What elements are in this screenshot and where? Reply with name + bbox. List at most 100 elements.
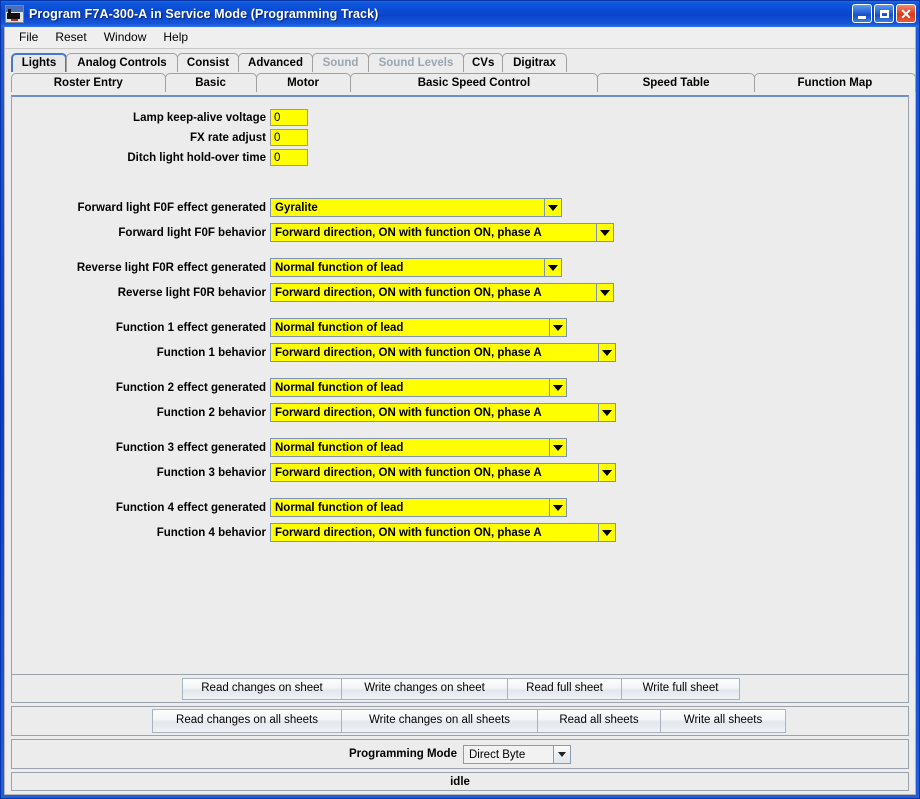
locomotive-icon	[5, 5, 24, 23]
form-row: Function 3 behaviorForward direction, ON…	[12, 462, 908, 483]
tab-speed-table[interactable]: Speed Table	[597, 73, 754, 92]
write-changes-on-sheet-button[interactable]: Write changes on sheet	[341, 678, 508, 700]
chevron-down-icon[interactable]	[549, 498, 567, 517]
tab-function-map[interactable]: Function Map	[754, 73, 916, 92]
effect-select[interactable]: Normal function of lead	[270, 258, 562, 277]
maximize-button[interactable]	[874, 4, 894, 23]
form-row: Function 4 behaviorForward direction, ON…	[12, 522, 908, 543]
programming-mode-row: Programming Mode Direct Byte	[11, 739, 909, 769]
tab-cvs[interactable]: CVs	[463, 53, 503, 72]
chevron-down-icon[interactable]	[596, 223, 614, 242]
effect-select[interactable]: Normal function of lead	[270, 438, 567, 457]
read-all-sheets-button[interactable]: Read all sheets	[537, 709, 661, 733]
write-changes-on-all-sheets-button[interactable]: Write changes on all sheets	[341, 709, 538, 733]
text-input[interactable]: 0	[270, 129, 308, 146]
tab-label: Lights	[22, 57, 57, 69]
chevron-down-icon[interactable]	[549, 378, 567, 397]
button-label: Write full sheet	[643, 682, 719, 694]
effect-select[interactable]: Gyralite	[270, 198, 562, 217]
select-value: Normal function of lead	[270, 498, 549, 517]
field-label: Function 3 behavior	[12, 467, 270, 479]
menu-file[interactable]: File	[11, 28, 47, 47]
chevron-down-icon[interactable]	[549, 318, 567, 337]
maximize-icon	[880, 10, 889, 18]
write-full-sheet-button[interactable]: Write full sheet	[621, 678, 740, 700]
chevron-down-icon[interactable]	[598, 463, 616, 482]
minimize-icon	[858, 16, 866, 19]
tab-basic[interactable]: Basic	[165, 73, 257, 92]
chevron-down-icon[interactable]	[598, 343, 616, 362]
field-label: Function 4 behavior	[12, 527, 270, 539]
tab-analog-controls[interactable]: Analog Controls	[66, 53, 178, 72]
form-row: Forward light F0F behaviorForward direct…	[12, 222, 908, 243]
effect-select[interactable]: Normal function of lead	[270, 498, 567, 517]
field-label: Function 1 behavior	[12, 347, 270, 359]
tab-label: Consist	[187, 57, 229, 69]
behavior-select[interactable]: Forward direction, ON with function ON, …	[270, 343, 616, 362]
minimize-button[interactable]	[852, 4, 872, 23]
tab-advanced[interactable]: Advanced	[238, 53, 313, 72]
field-label: Function 2 effect generated	[12, 382, 270, 394]
select-value: Normal function of lead	[270, 438, 549, 457]
text-input[interactable]: 0	[270, 149, 308, 166]
form-row: Ditch light hold-over time0	[12, 149, 908, 166]
menu-window[interactable]: Window	[96, 28, 156, 47]
chevron-down-icon[interactable]	[544, 198, 562, 217]
field-label: Reverse light F0R behavior	[12, 287, 270, 299]
button-label: Read changes on sheet	[201, 682, 322, 694]
select-value: Normal function of lead	[270, 318, 549, 337]
form-row: Function 4 effect generatedNormal functi…	[12, 497, 908, 518]
chevron-down-icon[interactable]	[553, 745, 571, 764]
form-row: Function 2 effect generatedNormal functi…	[12, 377, 908, 398]
tab-label: CVs	[472, 57, 494, 69]
tab-digitrax[interactable]: Digitrax	[502, 53, 567, 72]
chevron-down-icon[interactable]	[598, 523, 616, 542]
tab-sound-levels: Sound Levels	[368, 53, 464, 72]
read-full-sheet-button[interactable]: Read full sheet	[507, 678, 622, 700]
select-value: Gyralite	[270, 198, 544, 217]
programming-mode-label: Programming Mode	[349, 748, 457, 760]
form-row: Reverse light F0R behaviorForward direct…	[12, 282, 908, 303]
lights-panel: Lamp keep-alive voltage0FX rate adjust0D…	[11, 95, 909, 675]
spacer	[12, 363, 908, 377]
close-icon: ✕	[900, 8, 912, 20]
chevron-down-icon[interactable]	[549, 438, 567, 457]
tab-roster-entry[interactable]: Roster Entry	[11, 73, 166, 92]
chevron-down-icon[interactable]	[544, 258, 562, 277]
button-label: Read full sheet	[526, 682, 603, 694]
tab-basic-speed-control[interactable]: Basic Speed Control	[350, 73, 599, 92]
behavior-select[interactable]: Forward direction, ON with function ON, …	[270, 463, 616, 482]
effect-select[interactable]: Normal function of lead	[270, 378, 567, 397]
programming-mode-select[interactable]: Direct Byte	[463, 745, 571, 764]
chevron-down-icon[interactable]	[598, 403, 616, 422]
tab-lights[interactable]: Lights	[11, 53, 67, 72]
tab-sound: Sound	[312, 53, 369, 72]
button-label: Read changes on all sheets	[176, 714, 318, 726]
text-input[interactable]: 0	[270, 109, 308, 126]
button-label: Write changes on sheet	[364, 682, 485, 694]
read-changes-on-all-sheets-button[interactable]: Read changes on all sheets	[152, 709, 342, 733]
read-changes-on-sheet-button[interactable]: Read changes on sheet	[182, 678, 342, 700]
spacer	[12, 483, 908, 497]
tab-label: Speed Table	[643, 77, 710, 89]
behavior-select[interactable]: Forward direction, ON with function ON, …	[270, 523, 616, 542]
tab-label: Function Map	[798, 77, 873, 89]
select-value: Forward direction, ON with function ON, …	[270, 463, 598, 482]
write-all-sheets-button[interactable]: Write all sheets	[660, 709, 786, 733]
field-label: Forward light F0F effect generated	[12, 202, 270, 214]
field-label: FX rate adjust	[12, 132, 270, 144]
behavior-select[interactable]: Forward direction, ON with function ON, …	[270, 283, 614, 302]
behavior-select[interactable]: Forward direction, ON with function ON, …	[270, 403, 616, 422]
tab-consist[interactable]: Consist	[177, 53, 239, 72]
menu-help[interactable]: Help	[155, 28, 197, 47]
form-row: Function 3 effect generatedNormal functi…	[12, 437, 908, 458]
chevron-down-icon[interactable]	[596, 283, 614, 302]
button-label: Write changes on all sheets	[369, 714, 510, 726]
tab-motor[interactable]: Motor	[256, 73, 351, 92]
close-button[interactable]: ✕	[896, 4, 916, 23]
menu-reset[interactable]: Reset	[47, 28, 95, 47]
effect-select[interactable]: Normal function of lead	[270, 318, 567, 337]
tab-label: Sound Levels	[379, 57, 454, 69]
sheet-button-row: Read changes on sheet Write changes on sh…	[11, 675, 909, 703]
behavior-select[interactable]: Forward direction, ON with function ON, …	[270, 223, 614, 242]
